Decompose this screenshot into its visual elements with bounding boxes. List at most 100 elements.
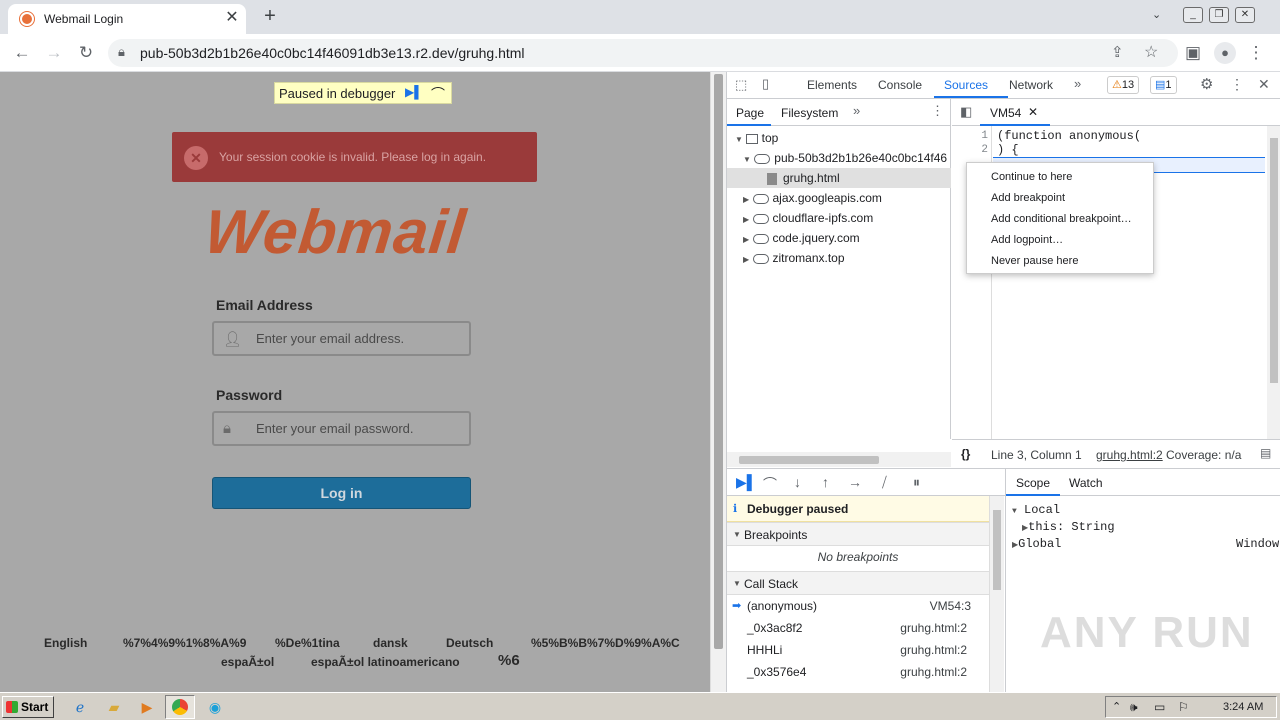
tree-item-top[interactable]: ▼ top [735, 131, 778, 145]
menu-item-continue-to-here[interactable]: Continue to here [991, 171, 1072, 183]
start-button[interactable]: Start [2, 696, 54, 718]
language-link[interactable]: %7%4%9%1%8%A%9 [123, 636, 246, 650]
page-scrollbar[interactable] [710, 72, 726, 692]
source-link[interactable]: gruhg.html:2 [1096, 448, 1163, 462]
callstack-section-header[interactable]: ▼ Call Stack [727, 571, 989, 595]
tab-sources[interactable]: Sources [944, 78, 988, 92]
language-link[interactable]: %6 [498, 652, 520, 669]
bookmark-star-icon[interactable]: ☆ [1144, 42, 1158, 62]
reload-icon[interactable]: ↻ [74, 41, 98, 65]
chrome-taskbar-button[interactable] [165, 695, 195, 719]
close-devtools-icon[interactable]: ✕ [1258, 76, 1270, 93]
step-over-icon[interactable]: ⌒ [763, 474, 777, 494]
editor-tab-vm54[interactable]: VM54 [990, 106, 1021, 120]
step-icon[interactable]: → [848, 474, 862, 490]
line-number[interactable]: 1 [952, 130, 988, 142]
back-icon[interactable]: ← [10, 41, 34, 65]
callstack-frame[interactable]: _0x3576e4 gruhg.html:2 [727, 661, 989, 683]
toggle-navigator-icon[interactable]: ◧ [960, 104, 972, 120]
profile-avatar[interactable]: ● [1214, 42, 1236, 64]
code-line[interactable]: ) { [997, 143, 1019, 157]
clock[interactable]: 3:24 AM [1223, 701, 1263, 713]
side-panel-icon[interactable]: ▣ [1181, 41, 1205, 65]
settings-gear-icon[interactable]: ⚙ [1200, 75, 1213, 93]
scope-local[interactable]: ▼ Local [1012, 503, 1060, 517]
volume-icon[interactable]: 🕪︎ [1130, 700, 1138, 715]
language-link[interactable]: %De%1tina [275, 636, 340, 650]
pause-on-exceptions-icon[interactable]: ⏸ [913, 474, 920, 491]
messages-badge[interactable]: ▤1 [1150, 76, 1177, 94]
language-link[interactable]: English [44, 636, 87, 650]
edge-icon[interactable]: ◉ [204, 697, 226, 717]
tab-page[interactable]: Page [736, 106, 764, 120]
share-icon[interactable]: ⇪ [1111, 43, 1124, 61]
more-tabs-icon[interactable]: » [1074, 76, 1081, 91]
tree-item-domain[interactable]: ▶ zitromanx.top [743, 251, 845, 265]
address-bar[interactable]: 🔒︎ pub-50b3d2b1b26e40c0bc14f46091db3e13.… [108, 39, 1178, 67]
more-nav-tabs-icon[interactable]: » [853, 103, 860, 118]
forward-icon[interactable]: → [42, 41, 66, 65]
debugger-scroll-thumb[interactable] [993, 510, 1001, 590]
lock-icon[interactable]: 🔒︎ [118, 44, 125, 60]
menu-item-add-conditional-breakpoint[interactable]: Add conditional breakpoint… [991, 213, 1132, 225]
scope-this[interactable]: ▶this: String [1022, 520, 1115, 534]
step-over-icon[interactable]: ⌒ [431, 84, 445, 104]
hscroll-thumb[interactable] [739, 456, 879, 464]
devtools-menu-icon[interactable]: ⋮ [1230, 76, 1244, 93]
tree-item-domain[interactable]: ▶ ajax.googleapis.com [743, 191, 882, 205]
minimize-icon[interactable]: _ [1183, 7, 1203, 23]
inspect-element-icon[interactable]: ⬚ [735, 77, 747, 93]
warnings-badge[interactable]: ⚠13 [1107, 76, 1140, 94]
tab-elements[interactable]: Elements [807, 78, 857, 92]
vscroll-thumb[interactable] [1270, 138, 1278, 383]
tree-item-domain[interactable]: ▶ code.jquery.com [743, 231, 860, 245]
login-button[interactable]: Log in [212, 477, 471, 509]
ie-icon[interactable]: ℯ [69, 697, 91, 717]
menu-item-never-pause-here[interactable]: Never pause here [991, 255, 1078, 267]
tab-scope[interactable]: Scope [1016, 476, 1050, 490]
language-link[interactable]: espaÃ±ol [221, 655, 274, 669]
tray-expand-icon[interactable]: ⌃ [1112, 700, 1121, 713]
language-link[interactable]: %5%B%B%7%D%9%A%C [531, 636, 680, 650]
action-center-flag-icon[interactable]: ⚐ [1178, 700, 1189, 714]
line-number[interactable]: 2 [952, 144, 988, 156]
tab-close-icon[interactable]: ✕ [222, 8, 242, 28]
menu-item-add-logpoint[interactable]: Add logpoint… [991, 234, 1063, 246]
debugger-scrollbar[interactable] [989, 496, 1004, 692]
tree-item-origin[interactable]: ▼ pub-50b3d2b1b26e40c0bc14f46 [743, 151, 951, 165]
editor-tab-close-icon[interactable]: ✕ [1028, 105, 1038, 119]
deactivate-breakpoints-icon[interactable]: ⧸ [882, 474, 887, 491]
password-placeholder[interactable]: Enter your email password. [256, 421, 414, 436]
url-text[interactable]: pub-50b3d2b1b26e40c0bc14f46091db3e13.r2.… [140, 45, 525, 61]
navigator-hscrollbar[interactable] [727, 452, 951, 467]
callstack-frame[interactable]: _0x3ac8f2 gruhg.html:2 [727, 617, 989, 639]
step-out-icon[interactable]: ↑ [822, 474, 829, 490]
menu-kebab-icon[interactable]: ⋮ [1244, 41, 1268, 65]
tab-watch[interactable]: Watch [1069, 476, 1103, 490]
tree-item-file[interactable]: gruhg.html [727, 168, 951, 188]
page-scrollbar-thumb[interactable] [714, 74, 723, 649]
browser-tab[interactable]: Webmail Login ✕ [8, 4, 246, 34]
device-toolbar-icon[interactable]: ▯ [762, 76, 769, 92]
step-into-icon[interactable]: ↓ [794, 474, 801, 490]
code-line[interactable]: (function anonymous( [997, 129, 1141, 143]
resume-icon[interactable]: ▶▌ [736, 474, 757, 491]
pretty-print-icon[interactable]: {} [961, 447, 970, 461]
email-field[interactable]: 👤︎ Enter your email address. [212, 321, 471, 356]
password-field[interactable]: 🔒︎ Enter your email password. [212, 411, 471, 446]
email-placeholder[interactable]: Enter your email address. [256, 331, 404, 346]
resume-icon[interactable]: ▶▌ [405, 85, 423, 99]
language-link[interactable]: espaÃ±ol latinoamericano [311, 655, 460, 669]
tab-search-icon[interactable]: ⌄ [1152, 8, 1161, 21]
explorer-icon[interactable]: ▰ [103, 697, 125, 717]
language-link[interactable]: Deutsch [446, 636, 493, 650]
tab-network[interactable]: Network [1009, 78, 1053, 92]
scope-global[interactable]: ▶Global [1012, 537, 1061, 551]
new-tab-button[interactable]: + [258, 6, 282, 28]
restore-icon[interactable]: ❐ [1209, 7, 1229, 23]
navigator-menu-icon[interactable]: ⋮ [931, 103, 944, 119]
language-link[interactable]: dansk [373, 636, 408, 650]
toggle-sidebar-icon[interactable]: ▤ [1260, 446, 1271, 460]
callstack-frame[interactable]: ➡ (anonymous) VM54:3 [727, 595, 989, 617]
tab-filesystem[interactable]: Filesystem [781, 106, 838, 120]
